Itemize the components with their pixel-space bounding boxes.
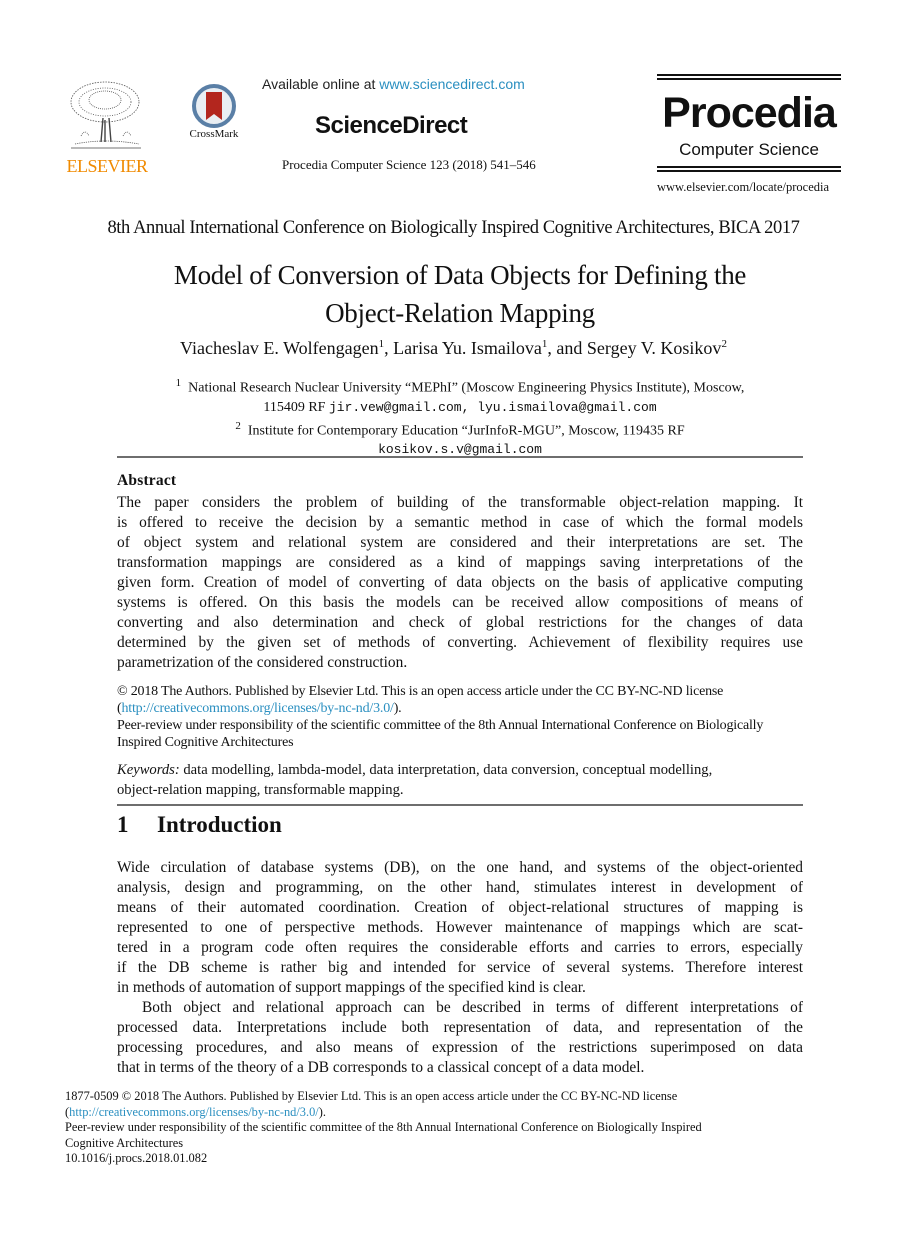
keywords-label: Keywords:: [117, 762, 180, 778]
text-line: processing procedures, and also means of…: [117, 1039, 803, 1056]
intro-paragraph-1: Wide circulation of database systems (DB…: [117, 858, 803, 998]
section-divider: [117, 804, 803, 806]
text-line: in methods of automation of support mapp…: [117, 979, 586, 996]
text-line: Wide circulation of database systems (DB…: [117, 859, 803, 876]
text-line: if the DB scheme is rather big and inten…: [117, 959, 803, 976]
affiliation-mark: 1: [175, 377, 182, 389]
available-online: Available online at www.sciencedirect.co…: [262, 76, 525, 92]
author-name: Larisa Yu. Ismailova: [393, 338, 542, 358]
affiliation-text: National Research Nuclear University “ME…: [188, 380, 745, 396]
text-line: given form. Creation of model of convert…: [117, 574, 803, 591]
title-line: Model of Conversion of Data Objects for …: [173, 260, 747, 290]
text-line: systems is offered. On this basis the mo…: [117, 594, 803, 611]
text-line: of object system and relational system a…: [117, 534, 803, 551]
section-number: 1: [117, 812, 129, 837]
text-line: converting and also determination and ch…: [117, 614, 803, 631]
author-emails[interactable]: jir.vew@gmail.com, lyu.ismailova@gmail.c…: [329, 400, 657, 415]
procedia-brand: Procedia: [662, 89, 837, 137]
crossmark-icon: [192, 84, 236, 128]
affiliation-2: 2 Institute for Contemporary Education “…: [0, 417, 907, 441]
abstract-heading: Abstract: [117, 472, 177, 489]
logo-rule: [657, 166, 841, 172]
affiliation-text: Institute for Contemporary Education “Ju…: [247, 423, 685, 439]
logo-rule: [657, 74, 841, 80]
text-line: represented to one of perspective method…: [117, 919, 803, 936]
author-name: Viacheslav E. Wolfengagen: [180, 338, 379, 358]
affiliation-mark: 2: [235, 419, 241, 432]
page-footer: 1877-0509 © 2018 The Authors. Published …: [65, 1089, 825, 1167]
author-name: Sergey V. Kosikov: [586, 338, 722, 358]
text-line: means of their automated coordination. C…: [117, 899, 803, 916]
procedia-logo: Procedia Computer Science: [657, 74, 841, 172]
author-list: Viacheslav E. Wolfengagen1, Larisa Yu. I…: [0, 338, 907, 359]
intro-paragraph-2: Both object and relational approach can …: [117, 998, 803, 1078]
elsevier-wordmark: ELSEVIER: [66, 156, 149, 176]
available-prefix: Available online at: [262, 76, 380, 92]
sciencedirect-link[interactable]: www.sciencedirect.com: [379, 76, 525, 92]
license-link[interactable]: http://creativecommons.org/licenses/by-n…: [121, 701, 393, 716]
text-line: parametrization of the considered constr…: [117, 654, 408, 671]
text-line: transformation mappings are considered a…: [117, 554, 803, 571]
section-heading: 1 Introduction: [117, 812, 282, 838]
author-separator: , and: [547, 338, 587, 358]
section-title: Introduction: [157, 812, 282, 837]
sciencedirect-logo: ScienceDirect: [315, 112, 468, 139]
abstract-text: The paper considers the problem of build…: [117, 493, 803, 673]
footer-peer-review: Peer-review under responsibility of the …: [65, 1120, 702, 1134]
text-line: The paper considers the problem of build…: [117, 494, 803, 511]
text-line: tered in a program code often requires t…: [117, 939, 803, 956]
crossmark-badge[interactable]: CrossMark: [186, 84, 242, 144]
text-line: that in terms of the theory of a DB corr…: [117, 1059, 645, 1076]
affiliation-1: 1 National Research Nuclear University “…: [0, 374, 907, 398]
elsevier-logo: ELSEVIER: [63, 76, 151, 176]
affiliation-text: 115409 RF: [263, 399, 326, 415]
peer-review-text: Inspired Cognitive Architectures: [117, 735, 294, 750]
license-link-line: (http://creativecommons.org/licenses/by-…: [117, 701, 402, 716]
license-notice: © 2018 The Authors. Published by Elsevie…: [117, 683, 837, 751]
journal-url[interactable]: www.elsevier.com/locate/procedia: [657, 180, 829, 195]
footer-license-link[interactable]: http://creativecommons.org/licenses/by-n…: [69, 1105, 319, 1119]
keywords-list: object-relation mapping, transformable m…: [117, 782, 404, 798]
conference-name: 8th Annual International Conference on B…: [107, 218, 800, 238]
text-line: analysis, design and programming, on the…: [117, 879, 803, 896]
crossmark-label: CrossMark: [189, 128, 239, 140]
affiliation-1-contact: 115409 RF jir.vew@gmail.com, lyu.ismailo…: [0, 398, 907, 417]
text-line: determined by the given set of methods o…: [117, 634, 803, 651]
title-line: Object-Relation Mapping: [325, 298, 595, 328]
text-line: is offered to receive the decision by a …: [117, 514, 803, 531]
text-line: processed data. Interpretations include …: [117, 1019, 803, 1036]
keywords: Keywords: data modelling, lambda-model, …: [117, 760, 803, 800]
peer-review-text: Peer-review under responsibility of the …: [117, 718, 764, 733]
doi[interactable]: 10.1016/j.procs.2018.01.082: [65, 1151, 825, 1167]
keywords-list: data modelling, lambda-model, data inter…: [183, 762, 713, 778]
footer-license: 1877-0509 © 2018 The Authors. Published …: [65, 1089, 678, 1103]
affiliations: 1 National Research Nuclear University “…: [0, 374, 907, 459]
license-text: © 2018 The Authors. Published by Elsevie…: [117, 684, 724, 699]
affiliation-mark: 2: [721, 338, 727, 350]
paper-title: Model of Conversion of Data Objects for …: [0, 256, 907, 332]
footer-peer-review: Cognitive Architectures: [65, 1135, 184, 1150]
author-separator: ,: [384, 338, 394, 358]
procedia-subtitle: Computer Science: [679, 140, 819, 159]
journal-reference: Procedia Computer Science 123 (2018) 541…: [282, 157, 536, 172]
elsevier-tree-icon: [70, 81, 141, 149]
section-divider: [117, 456, 803, 458]
footer-link-line: (http://creativecommons.org/licenses/by-…: [65, 1104, 326, 1119]
text-line: Both object and relational approach can …: [142, 999, 803, 1016]
